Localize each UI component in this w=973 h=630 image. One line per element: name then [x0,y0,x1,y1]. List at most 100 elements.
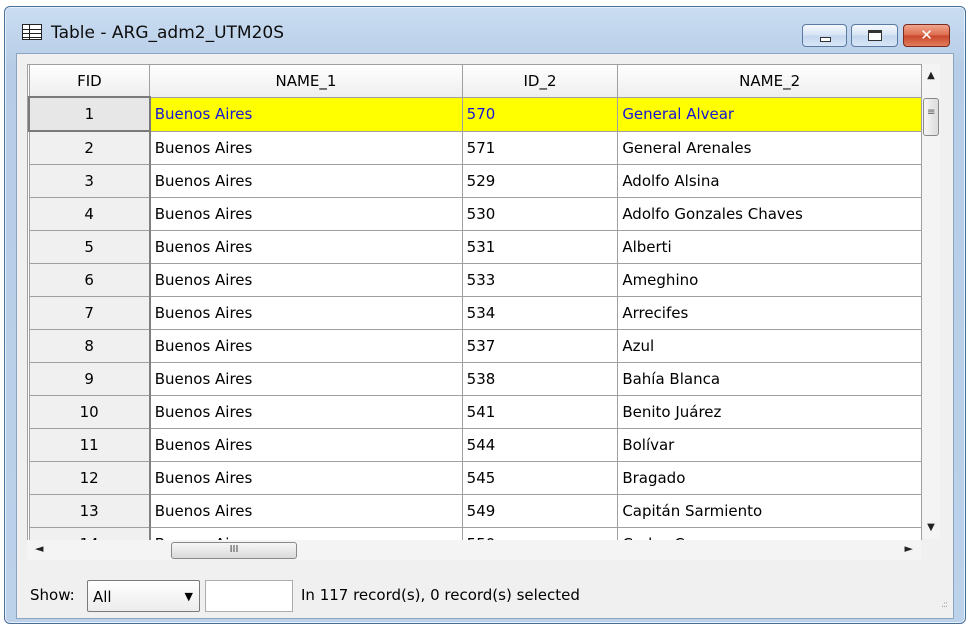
id-2-cell[interactable]: 545 [461,461,619,495]
show-label: Show: [30,586,75,604]
id-2-cell[interactable]: 530 [461,197,619,231]
name-1-cell[interactable]: Buenos Aires [149,197,463,231]
table-row[interactable]: 5 Buenos Aires 531 Alberti [28,230,922,264]
record-search-input[interactable] [205,580,293,612]
name-2-cell[interactable]: Capitán Sarmiento [617,494,922,528]
scroll-left-arrow-icon[interactable]: ◄ [35,542,43,555]
table-window: Table - ARG_adm2_UTM20S ✕ FID NAME_1 ID_… [4,6,966,624]
id-2-cell[interactable]: 571 [461,130,619,165]
table-row[interactable]: 8 Buenos Aires 537 Azul [28,329,922,363]
id-2-cell[interactable]: 544 [461,428,619,462]
name-2-cell[interactable]: Alberti [617,230,922,264]
id-2-cell[interactable]: 533 [461,263,619,297]
id-2-cell[interactable]: 570 [461,96,619,132]
table-row[interactable]: 11 Buenos Aires 544 Bolívar [28,428,922,462]
id-2-cell[interactable]: 541 [461,395,619,429]
row-header-cell[interactable]: 7 [28,296,151,330]
name-2-cell[interactable]: Bahía Blanca [617,362,922,396]
id-2-cell[interactable]: 531 [461,230,619,264]
name-2-cell[interactable]: Bolívar [617,428,922,462]
name-1-cell[interactable]: Buenos Aires [149,296,463,330]
table-row[interactable]: 1 Buenos Aires 570 General Alvear [28,96,922,132]
name-2-cell[interactable]: Azul [617,329,922,363]
row-header-cell[interactable]: 8 [28,329,151,363]
row-header-cell[interactable]: 11 [28,428,151,462]
minimize-icon [820,37,831,42]
record-count-status: In 117 record(s), 0 record(s) selected [301,586,580,604]
name-2-cell[interactable]: Benito Juárez [617,395,922,429]
show-records-dropdown[interactable]: All ▼ [87,580,200,612]
row-header-cell[interactable]: 10 [28,395,151,429]
id-2-cell[interactable]: 537 [461,329,619,363]
close-icon: ✕ [920,26,933,44]
id-2-cell[interactable]: 534 [461,296,619,330]
name-2-cell[interactable]: Bragado [617,461,922,495]
row-header-cell[interactable]: 1 [28,96,151,132]
name-1-cell[interactable]: Buenos Aires [149,461,463,495]
name-2-cell[interactable]: Carlos Casares [617,527,922,540]
row-header-cell[interactable]: 4 [28,197,151,231]
window-title: Table - ARG_adm2_UTM20S [51,23,285,43]
horizontal-scrollbar[interactable]: ◄ III ► [27,540,921,560]
table-row[interactable]: 2 Buenos Aires 571 General Arenales [28,130,922,165]
id-2-cell[interactable]: 550 [461,527,619,540]
column-header-name-2[interactable]: NAME_2 [617,65,922,98]
resize-grip-icon[interactable]: .:: [941,600,948,610]
row-header-cell[interactable]: 2 [28,130,151,165]
name-1-cell[interactable]: Buenos Aires [149,130,463,165]
column-header-id-2[interactable]: ID_2 [461,65,619,98]
attribute-grid: FID NAME_1 ID_2 NAME_2 1 Buenos Aires 57… [27,64,922,540]
name-1-cell[interactable]: Buenos Aires [149,395,463,429]
table-row[interactable]: 12 Buenos Aires 545 Bragado [28,461,922,495]
vertical-scroll-thumb[interactable]: ≡ [923,98,939,136]
name-1-cell[interactable]: Buenos Aires [149,428,463,462]
name-2-cell[interactable]: Ameghino [617,263,922,297]
horizontal-scroll-thumb[interactable]: III [171,542,297,559]
row-header-cell[interactable]: 6 [28,263,151,297]
table-row[interactable]: 14 Buenos Aires 550 Carlos Casares [28,527,922,540]
row-header-cell[interactable]: 13 [28,494,151,528]
name-1-cell[interactable]: Buenos Aires [149,263,463,297]
name-1-cell[interactable]: Buenos Aires [149,164,463,198]
row-header-cell[interactable]: 9 [28,362,151,396]
column-header-fid[interactable]: FID [28,65,151,98]
id-2-cell[interactable]: 538 [461,362,619,396]
vertical-scrollbar[interactable]: ▲ ≡ ▼ [922,64,940,539]
show-records-value: All [93,588,112,606]
name-1-cell[interactable]: Buenos Aires [149,527,463,540]
table-row[interactable]: 13 Buenos Aires 549 Capitán Sarmiento [28,494,922,528]
id-2-cell[interactable]: 529 [461,164,619,198]
name-1-cell[interactable]: Buenos Aires [149,494,463,528]
table-row[interactable]: 3 Buenos Aires 529 Adolfo Alsina [28,164,922,198]
name-2-cell[interactable]: Adolfo Alsina [617,164,922,198]
name-1-cell[interactable]: Buenos Aires [149,96,463,132]
id-2-cell[interactable]: 549 [461,494,619,528]
table-row[interactable]: 4 Buenos Aires 530 Adolfo Gonzales Chave… [28,197,922,231]
name-2-cell[interactable]: General Arenales [617,130,922,165]
row-header-cell[interactable]: 5 [28,230,151,264]
title-bar[interactable]: Table - ARG_adm2_UTM20S ✕ [5,7,965,47]
table-footer: Show: All ▼ In 117 record(s), 0 record(s… [17,568,953,614]
name-2-cell[interactable]: Arrecifes [617,296,922,330]
scroll-down-arrow-icon[interactable]: ▼ [922,522,940,533]
table-row[interactable]: 6 Buenos Aires 533 Ameghino [28,263,922,297]
name-1-cell[interactable]: Buenos Aires [149,329,463,363]
row-header-cell[interactable]: 14 [28,527,151,540]
row-header-cell[interactable]: 12 [28,461,151,495]
name-1-cell[interactable]: Buenos Aires [149,230,463,264]
chevron-down-icon: ▼ [184,590,193,603]
close-button[interactable]: ✕ [903,24,950,47]
minimize-button[interactable] [802,24,847,47]
name-2-cell[interactable]: Adolfo Gonzales Chaves [617,197,922,231]
name-2-cell[interactable]: General Alvear [617,96,922,132]
table-row[interactable]: 9 Buenos Aires 538 Bahía Blanca [28,362,922,396]
scroll-up-arrow-icon[interactable]: ▲ [922,70,940,81]
table-row[interactable]: 10 Buenos Aires 541 Benito Juárez [28,395,922,429]
scroll-right-arrow-icon[interactable]: ► [905,542,913,555]
table-row[interactable]: 7 Buenos Aires 534 Arrecifes [28,296,922,330]
row-header-cell[interactable]: 3 [28,164,151,198]
grip-icon: ≡ [927,107,936,118]
maximize-button[interactable] [851,24,898,47]
column-header-name-1[interactable]: NAME_1 [149,65,463,98]
name-1-cell[interactable]: Buenos Aires [149,362,463,396]
